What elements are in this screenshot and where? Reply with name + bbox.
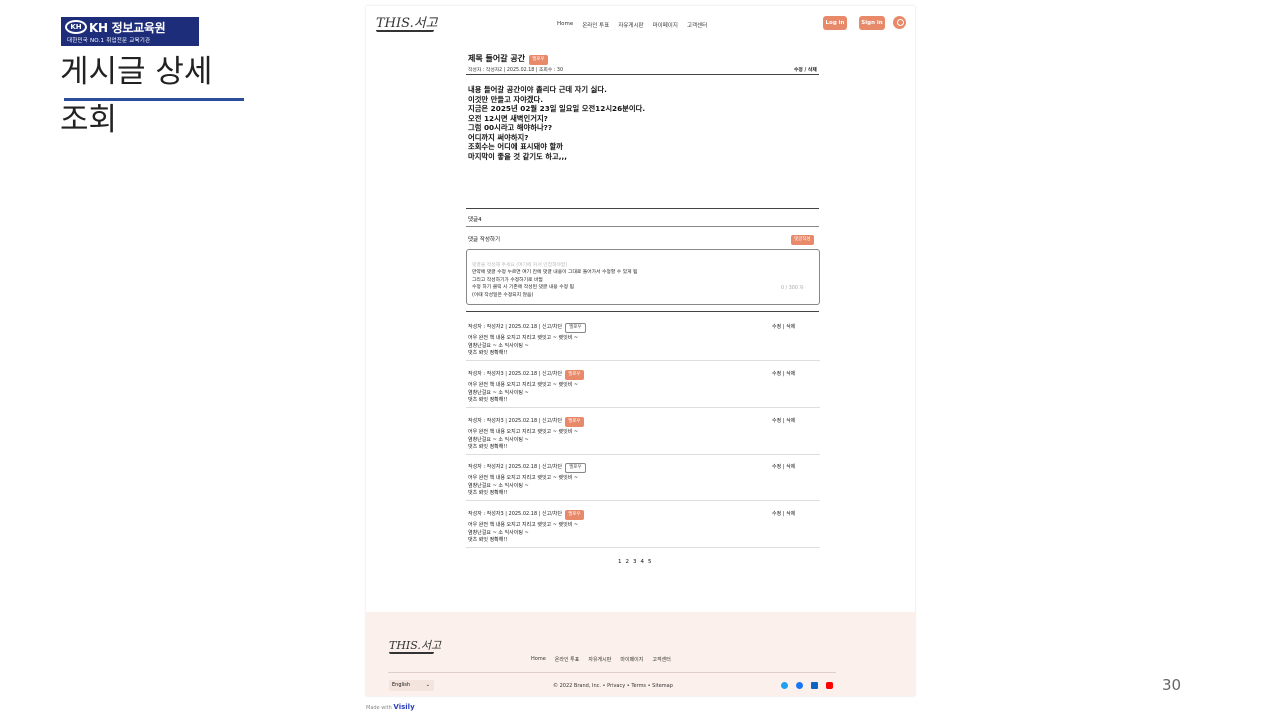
page-link[interactable]: 1	[618, 559, 622, 565]
nav-mypage[interactable]: 마이페이지	[653, 21, 678, 29]
footer-link-board[interactable]: 자유게시판	[588, 656, 611, 663]
comment-count: 댓글4	[468, 217, 482, 223]
linkedin-icon[interactable]	[811, 682, 818, 689]
footer: THIS.서고 Home 온라인 투표 자유게시판 마이페이지 고객센터 Eng…	[366, 612, 915, 696]
social-links	[781, 682, 833, 689]
comment-badge: 엘로우	[565, 510, 584, 520]
footer-link-support[interactable]: 고객센터	[652, 656, 670, 663]
divider	[466, 208, 819, 209]
comment-draft-text: 만약에 댓글 수정 누르면 여기 칸에 댓글 내용이 그대로 들어가서 수정할 …	[472, 270, 638, 298]
nav-home[interactable]: Home	[557, 21, 573, 29]
comment-body: 어우 완전 책 내용 오지고 지리고 렛잇고 ~ 렛잇비 ~ 염창난걸요 ~ 소…	[468, 429, 579, 451]
comment-body: 어우 완전 책 내용 오지고 지리고 렛잇고 ~ 렛잇비 ~ 염창난걸요 ~ 소…	[468, 335, 579, 357]
kh-logo: KH KH 정보교육원 대한민국 NO.1 취업전문 교육기관	[61, 17, 199, 46]
comment-item: 작성자 : 작성자3 | 2025.02.18 | 신고/차단 엘로우 수정 | …	[466, 409, 820, 455]
visily-logo: Visily	[393, 703, 415, 711]
comment-submit-button[interactable]: 댓글작성	[791, 235, 814, 245]
language-select[interactable]: English ⌄	[389, 680, 434, 691]
comment-body: 어우 완전 책 내용 오지고 지리고 렛잇고 ~ 렛잇비 ~ 염창난걸요 ~ 소…	[468, 522, 579, 544]
kh-logo-tagline: 대한민국 NO.1 취업전문 교육기관	[67, 38, 151, 44]
nav-support[interactable]: 고객센터	[687, 21, 707, 29]
divider	[466, 74, 819, 75]
comment-body: 어우 완전 책 내용 오지고 지리고 렛잇고 ~ 렛잇비 ~ 염창난걸요 ~ 소…	[468, 382, 579, 404]
post-edit-delete[interactable]: 수정 / 삭제	[794, 66, 817, 73]
nav-board[interactable]: 자유게시판	[618, 21, 643, 29]
comment-meta: 작성자 : 작성자2 | 2025.02.18 | 신고/차단 엘로우	[468, 323, 586, 333]
pagination: 1 2 3 4 5	[618, 559, 652, 565]
comment-badge: 엘로우	[565, 323, 586, 333]
brand-book-icon	[376, 30, 434, 32]
footer-book-icon	[389, 652, 434, 654]
comment-meta-text: 작성자 : 작성자2 | 2025.02.18 | 신고/차단	[468, 464, 563, 470]
nav-vote[interactable]: 온라인 투표	[582, 21, 609, 29]
comment-badge: 엘로우	[565, 417, 584, 427]
comment-meta: 작성자 : 작성자3 | 2025.02.18 | 신고/차단 엘로우	[468, 370, 584, 380]
divider	[466, 311, 819, 312]
comment-meta-text: 작성자 : 작성자3 | 2025.02.18 | 신고/차단	[468, 371, 563, 377]
signin-button[interactable]: Sign in	[859, 16, 885, 30]
slide-title-line2: 조회	[60, 102, 118, 138]
comment-placeholder: 댓글을 작성해 주세요 (여기에 커서 안잡혀야함)	[472, 263, 568, 268]
site-brand[interactable]: THIS.서고	[376, 12, 438, 31]
comment-meta-text: 작성자 : 작성자2 | 2025.02.18 | 신고/차단	[468, 324, 563, 330]
comment-badge: 엘로우	[565, 463, 586, 473]
comment-item: 작성자 : 작성자2 | 2025.02.18 | 신고/차단 엘로우 수정 | …	[466, 315, 820, 361]
youtube-icon[interactable]	[826, 682, 833, 689]
footer-link-mypage[interactable]: 마이페이지	[620, 656, 643, 663]
post-title: 제목 들어갈 공간 엘로우	[468, 53, 548, 65]
comment-item: 작성자 : 작성자3 | 2025.02.18 | 신고/차단 엘로우 수정 | …	[466, 362, 820, 408]
footer-copyright: © 2022 Brand, Inc. • Privacy • Terms • S…	[553, 683, 673, 689]
comment-edit-delete[interactable]: 수정 | 삭제	[772, 417, 795, 424]
comment-meta: 작성자 : 작성자2 | 2025.02.18 | 신고/차단 엘로우	[468, 463, 586, 473]
twitter-icon[interactable]	[781, 682, 788, 689]
footer-brand[interactable]: THIS.서고	[389, 637, 441, 653]
page-number: 30	[1162, 676, 1182, 694]
page-link[interactable]: 4	[641, 559, 645, 565]
profile-icon[interactable]	[893, 16, 906, 29]
footer-divider	[388, 672, 836, 673]
web-mockup: THIS.서고 Home 온라인 투표 자유게시판 마이페이지 고객센터 Log…	[366, 6, 915, 696]
footer-link-home[interactable]: Home	[531, 656, 546, 663]
comment-edit-delete[interactable]: 수정 | 삭제	[772, 463, 795, 470]
slide-title: 게시글 상세	[60, 54, 213, 90]
comment-meta: 작성자 : 작성자3 | 2025.02.18 | 신고/차단 엘로우	[468, 510, 584, 520]
language-value: English	[392, 682, 411, 688]
post-badge: 엘로우	[529, 55, 548, 65]
comment-write-label: 댓글 작성하기	[468, 237, 501, 243]
footer-links: Home 온라인 투표 자유게시판 마이페이지 고객센터	[531, 656, 671, 663]
kh-logo-mark: KH	[65, 20, 87, 34]
comment-item: 작성자 : 작성자2 | 2025.02.18 | 신고/차단 엘로우 수정 | …	[466, 455, 820, 501]
comment-edit-delete[interactable]: 수정 | 삭제	[772, 510, 795, 517]
comment-item: 작성자 : 작성자3 | 2025.02.18 | 신고/차단 엘로우 수정 | …	[466, 502, 820, 548]
nav-links: Home 온라인 투표 자유게시판 마이페이지 고객센터	[557, 21, 707, 29]
page-link[interactable]: 2	[626, 559, 630, 565]
post-meta: 작성자 : 작성자2 | 2025.02.18 | 조회수 : 30	[468, 68, 564, 73]
post-body: 내용 들어갈 공간이야 졸리다 근데 자기 싫다. 이것만 만들고 자야겠다. …	[468, 85, 646, 161]
top-nav: THIS.서고 Home 온라인 투표 자유게시판 마이페이지 고객센터 Log…	[366, 6, 915, 42]
kh-logo-name: KH 정보교육원	[89, 21, 166, 35]
divider	[466, 226, 819, 227]
facebook-icon[interactable]	[796, 682, 803, 689]
post-title-text: 제목 들어갈 공간	[468, 54, 526, 63]
comment-meta-text: 작성자 : 작성자3 | 2025.02.18 | 신고/차단	[468, 418, 563, 424]
char-count: 0 / 300 자	[781, 286, 804, 291]
page-link[interactable]: 5	[648, 559, 652, 565]
comment-body: 어우 완전 책 내용 오지고 지리고 렛잇고 ~ 렛잇비 ~ 염창난걸요 ~ 소…	[468, 475, 579, 497]
comment-textarea[interactable]: 댓글을 작성해 주세요 (여기에 커서 안잡혀야함) 만약에 댓글 수정 누르면…	[466, 249, 820, 305]
page-link[interactable]: 3	[633, 559, 637, 565]
made-with-badge: Made with Visily	[366, 703, 415, 711]
comment-meta: 작성자 : 작성자3 | 2025.02.18 | 신고/차단 엘로우	[468, 417, 584, 427]
comment-meta-text: 작성자 : 작성자3 | 2025.02.18 | 신고/차단	[468, 511, 563, 517]
login-button[interactable]: Log in	[823, 16, 847, 30]
chevron-down-icon: ⌄	[425, 682, 430, 688]
comment-edit-delete[interactable]: 수정 | 삭제	[772, 323, 795, 330]
footer-link-vote[interactable]: 온라인 투표	[555, 656, 580, 663]
made-with-prefix: Made with	[366, 705, 392, 711]
comment-badge: 엘로우	[565, 370, 584, 380]
slide: KH KH 정보교육원 대한민국 NO.1 취업전문 교육기관 게시글 상세 조…	[0, 0, 1280, 720]
comment-edit-delete[interactable]: 수정 | 삭제	[772, 370, 795, 377]
